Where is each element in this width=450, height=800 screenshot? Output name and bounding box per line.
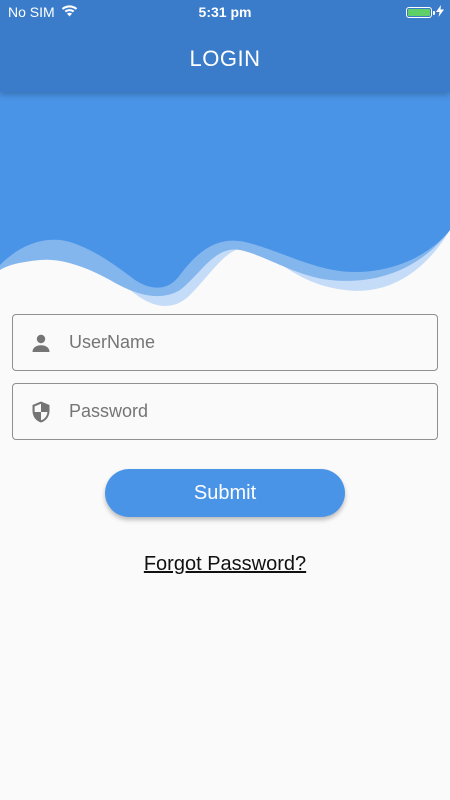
page-title: LOGIN bbox=[189, 46, 261, 71]
battery-icon bbox=[406, 6, 435, 18]
wave-decoration bbox=[0, 80, 450, 306]
password-field[interactable] bbox=[12, 383, 438, 440]
status-right bbox=[406, 4, 444, 20]
forgot-password-link[interactable]: Forgot Password? bbox=[0, 553, 450, 576]
status-bar: No SIM 5:31 pm bbox=[0, 0, 450, 26]
status-time: 5:31 pm bbox=[198, 4, 252, 20]
charging-bolt-icon bbox=[436, 4, 444, 20]
username-input[interactable] bbox=[69, 315, 419, 370]
submit-button[interactable]: Submit bbox=[105, 469, 345, 517]
person-icon bbox=[29, 331, 53, 355]
app-header: No SIM 5:31 pm LOGIN bbox=[0, 0, 450, 92]
password-input[interactable] bbox=[69, 384, 419, 439]
username-field[interactable] bbox=[12, 314, 438, 371]
battery-fill bbox=[408, 8, 430, 16]
shield-icon bbox=[29, 400, 53, 424]
